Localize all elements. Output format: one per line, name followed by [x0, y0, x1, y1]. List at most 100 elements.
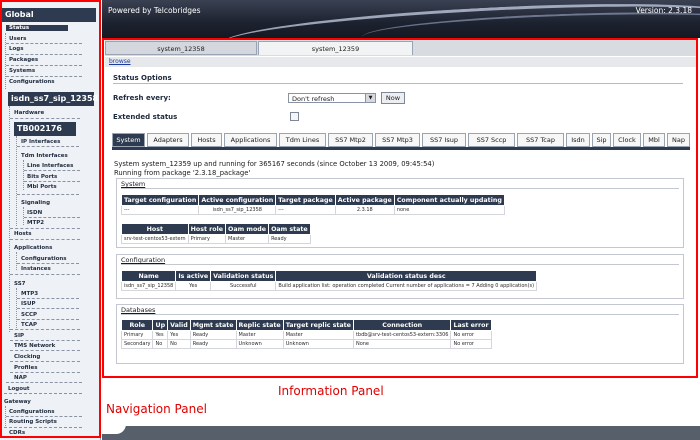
tab-ss7-isup[interactable]: SS7 Isup [422, 133, 466, 147]
sidebar-item-line-interfaces[interactable]: Line Interfaces [27, 163, 73, 169]
sidebar-item-ss7-sccp[interactable]: SCCP [21, 312, 37, 318]
system-running-text: System system_12359 up and running for 3… [114, 160, 435, 168]
tab-ss7-sccp[interactable]: SS7 Sccp [468, 133, 515, 147]
sidebar-item-gw-configurations[interactable]: Configurations [9, 409, 55, 415]
sidebar-item-ss7-isup[interactable]: ISUP [21, 301, 36, 307]
tab-nap[interactable]: Nap [667, 133, 690, 147]
version-text: Version: 2.3.18 [635, 6, 692, 15]
sidebar-item-bits-ports[interactable]: Bits Ports [27, 174, 57, 180]
sidebar-item-ss7-mtp3[interactable]: MTP3 [21, 291, 38, 297]
sidebar-item-app-configurations[interactable]: Configurations [21, 256, 67, 262]
tab-adapters[interactable]: Adapters [147, 133, 189, 147]
information-panel: Status Options Refresh every: Don't refr… [108, 68, 692, 373]
table-cell: Unknown [282, 339, 354, 349]
separator [6, 382, 82, 383]
top-banner: Powered by Telcobridges Version: 2.3.18 [102, 0, 700, 38]
table-row: srv-test-centos53-extern Primary Master … [121, 234, 311, 244]
table-header-row: Role Up Valid Mgmt state Replic state Ta… [120, 319, 492, 331]
sidebar-item-tms-network[interactable]: TMS Network [14, 343, 55, 349]
table-header: Oam mode [225, 223, 270, 235]
sidebar-system-header[interactable]: isdn_ss7_sip_12358 [8, 92, 98, 106]
tab-sip[interactable]: Sip [592, 133, 611, 147]
table-cell: No error [450, 330, 492, 340]
databases-section: Databases Role Up Valid Mgmt state Repli… [116, 304, 684, 364]
sidebar-item-instances[interactable]: Instances [21, 266, 51, 272]
table-cell: Ready [189, 339, 237, 349]
sidebar-item-ip-interfaces[interactable]: IP Interfaces [21, 139, 60, 145]
sidebar-item-users[interactable]: Users [9, 36, 26, 42]
separator [4, 427, 82, 428]
sidebar-item-logs[interactable]: Logs [9, 46, 24, 52]
sidebar-item-tdm-interfaces[interactable]: Tdm Interfaces [21, 153, 68, 159]
tab-isdn[interactable]: Isdn [566, 133, 590, 147]
table-row: Secondary No No Ready Unknown Unknown No… [120, 339, 492, 349]
now-button[interactable]: Now [381, 92, 405, 104]
separator [10, 118, 80, 119]
separator [4, 393, 82, 394]
sidebar-item-clocking[interactable]: Clocking [14, 354, 40, 360]
tab-system-12359[interactable]: system_12359 [258, 41, 413, 55]
extended-status-checkbox[interactable] [290, 112, 299, 121]
table-cell: Master [225, 234, 270, 244]
table-cell: No [152, 339, 169, 349]
browse-bar: browse [105, 57, 697, 67]
tab-clock[interactable]: Clock [613, 133, 641, 147]
sidebar-item-ss7-tcap[interactable]: TCAP [21, 322, 37, 328]
browse-link[interactable]: browse [109, 58, 131, 65]
refresh-select[interactable]: Don't refresh ▼ [288, 93, 376, 103]
sidebar-item-mbl-ports[interactable]: Mbl Ports [27, 184, 57, 190]
sidebar-item-systems[interactable]: Systems [9, 68, 35, 74]
table-header: Active configuration [198, 194, 277, 206]
information-panel-label: Information Panel [278, 384, 384, 398]
tab-mbl[interactable]: Mbl [643, 133, 665, 147]
divider [121, 264, 679, 265]
table-header: Mgmt state [189, 319, 237, 331]
separator [10, 372, 80, 373]
tab-hosts[interactable]: Hosts [191, 133, 222, 147]
system-section-title: System [121, 180, 146, 188]
table-cell: 2.3.18 [334, 205, 395, 215]
sidebar-item-cdrs[interactable]: CDRs [9, 430, 25, 436]
separator [6, 65, 82, 66]
sidebar-item-isdn[interactable]: ISDN [27, 210, 42, 216]
sidebar-item-hardware[interactable]: Hardware [14, 110, 44, 116]
sidebar-item-gateway[interactable]: Gateway [4, 399, 31, 405]
sidebar-item-status[interactable]: Status [6, 25, 68, 31]
table-header: Target package [275, 194, 336, 206]
tree-line [23, 160, 24, 190]
sidebar-item-applications[interactable]: Applications [14, 245, 52, 251]
sidebar-item-configurations[interactable]: Configurations [9, 79, 55, 85]
sidebar-item-hosts[interactable]: Hosts [14, 231, 32, 237]
table-cell: srv-test-centos53-extern [121, 234, 189, 244]
tab-applications[interactable]: Applications [224, 133, 277, 147]
separator [6, 76, 82, 77]
table-cell: tbdb@srv-test-centos53-extern:3306 [352, 330, 452, 340]
tab-ss7-mtp3[interactable]: SS7 Mtp3 [375, 133, 420, 147]
sidebar-item-routing-scripts[interactable]: Routing Scripts [9, 419, 57, 425]
sidebar-item-nap[interactable]: NAP [14, 375, 27, 381]
table-header: Host [121, 223, 189, 235]
sidebar-item-ss7[interactable]: SS7 [14, 281, 26, 287]
tab-system-12358[interactable]: system_12358 [105, 41, 257, 55]
table-header: Target configuration [120, 194, 200, 206]
separator [24, 217, 80, 218]
table-cell: No [167, 339, 191, 349]
sidebar-item-packages[interactable]: Packages [9, 57, 38, 63]
sidebar-item-logout[interactable]: Logout [8, 386, 30, 392]
sidebar-item-signaling[interactable]: Signaling [21, 200, 50, 206]
table-row: --- isdn_ss7_sip_12358 --- 2.3.18 none [120, 205, 505, 215]
system-section: System Target configuration Active confi… [116, 178, 684, 248]
sidebar-device-header[interactable]: TB002176 [14, 122, 76, 136]
extended-status-label: Extended status [113, 113, 178, 121]
tab-system[interactable]: System [112, 133, 145, 147]
tab-ss7-tcap[interactable]: SS7 Tcap [517, 133, 564, 147]
separator [6, 43, 82, 44]
tab-ss7-mtp2[interactable]: SS7 Mtp2 [328, 133, 373, 147]
table-header: Validation status desc [275, 270, 538, 282]
dropdown-arrow-icon: ▼ [365, 94, 375, 102]
sidebar-item-mtp2[interactable]: MTP2 [27, 220, 44, 226]
sidebar-item-profiles[interactable]: Profiles [14, 365, 38, 371]
sidebar-item-sip[interactable]: SIP [14, 333, 24, 339]
tab-tdm-lines[interactable]: Tdm Lines [279, 133, 326, 147]
tree-line [16, 136, 17, 226]
